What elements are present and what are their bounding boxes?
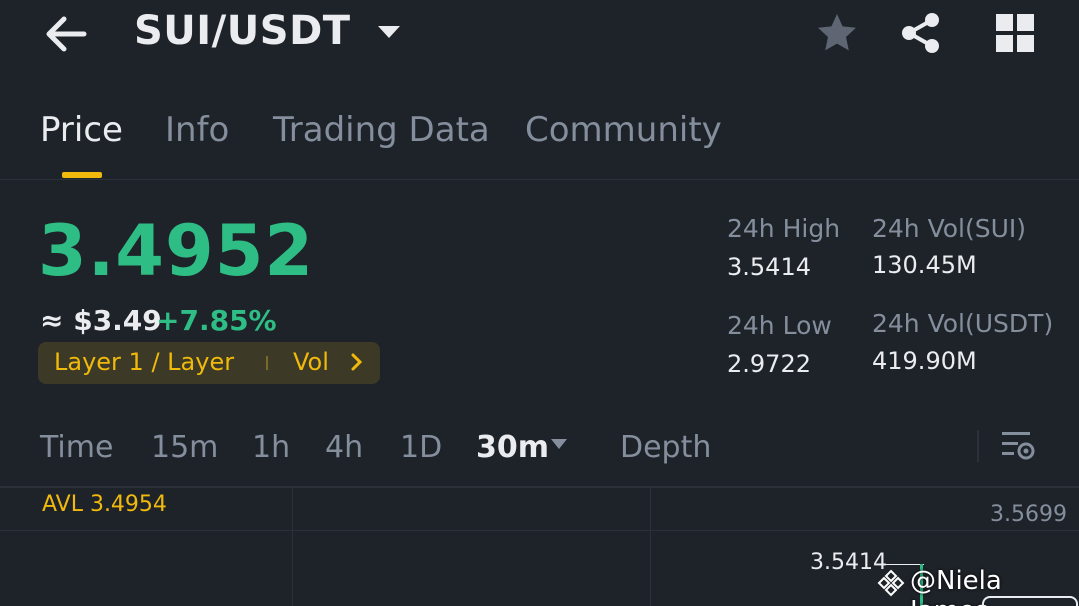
star-icon[interactable] [814, 10, 860, 56]
detail-tabs: Price Info Trading Data Community [0, 100, 1079, 180]
interval-4h[interactable]: 4h [325, 430, 363, 465]
tab-community[interactable]: Community [525, 110, 722, 150]
fiat-price: ≈ $3.49 [40, 304, 162, 337]
avl-label: AVL 3.4954 [42, 492, 167, 517]
share-icon[interactable] [898, 10, 944, 56]
vol-quote-label: 24h Vol(USDT) [872, 309, 1054, 338]
chart-border [0, 486, 1079, 488]
divider [0, 179, 1079, 180]
grid-line [650, 486, 651, 606]
active-tab-indicator [62, 172, 102, 178]
tab-info[interactable]: Info [165, 110, 229, 150]
grid-line [0, 530, 1079, 531]
top-bar: SUI/USDT [0, 0, 1079, 72]
vol-base-label: 24h Vol(SUI) [872, 214, 1027, 243]
tag-separator [266, 356, 268, 370]
arrow-left-icon[interactable] [44, 14, 88, 54]
interval-depth[interactable]: Depth [620, 430, 711, 465]
high-value: 3.5414 [727, 253, 811, 281]
high-marker-line [884, 564, 924, 565]
chevron-right-icon [351, 353, 363, 371]
category-tag-label: Layer 1 / Layer [54, 348, 235, 376]
last-price: 3.4952 [38, 210, 315, 292]
caret-down-icon[interactable] [550, 438, 568, 450]
grid-icon[interactable] [994, 12, 1036, 54]
binance-logo-icon [877, 569, 905, 597]
vol-base-value: 130.45M [872, 251, 977, 279]
low-value: 2.9722 [727, 350, 811, 378]
interval-selector: Time 15m 1h 4h 1D 30m Depth [0, 420, 1079, 476]
interval-1d[interactable]: 1D [400, 430, 442, 465]
low-label: 24h Low [727, 311, 832, 340]
price-axis-label: 3.5699 [990, 502, 1067, 527]
chart-overlay-box [982, 596, 1078, 606]
high-label: 24h High [727, 214, 841, 243]
category-tag[interactable]: Layer 1 / Layer Vol [38, 342, 380, 384]
pair-title[interactable]: SUI/USDT [134, 8, 351, 54]
interval-15m[interactable]: 15m [151, 430, 218, 465]
price-change-percent: +7.85% [156, 304, 277, 337]
interval-1h[interactable]: 1h [252, 430, 290, 465]
caret-down-icon[interactable] [376, 24, 402, 40]
grid-line [292, 486, 293, 606]
chart-settings-icon[interactable] [998, 426, 1038, 466]
toolbar-separator [977, 430, 979, 462]
tab-price[interactable]: Price [40, 110, 123, 150]
category-tag-vol: Vol [293, 348, 329, 376]
interval-time[interactable]: Time [40, 430, 113, 465]
tab-trading-data[interactable]: Trading Data [273, 110, 490, 150]
vol-quote-value: 419.90M [872, 347, 977, 375]
interval-30m[interactable]: 30m [476, 430, 549, 465]
